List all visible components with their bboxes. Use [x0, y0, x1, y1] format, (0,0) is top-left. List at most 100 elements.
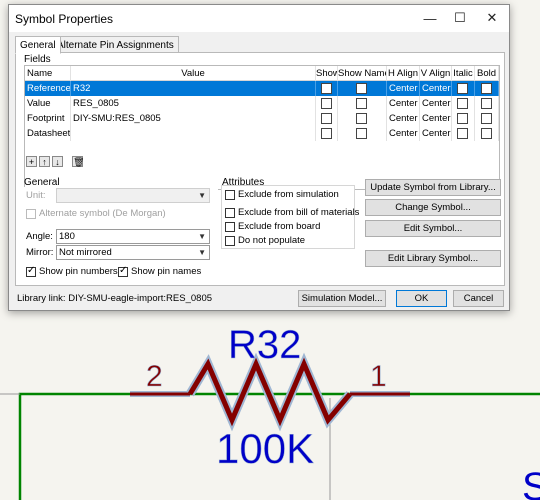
- fields-group-label: Fields: [24, 54, 51, 65]
- move-down-button[interactable]: ↓: [52, 156, 63, 167]
- col-show[interactable]: Show: [316, 66, 338, 81]
- title-bar[interactable]: Symbol Properties — ☐ ✕: [9, 5, 509, 32]
- show-checkbox[interactable]: [321, 83, 332, 94]
- tab-general-panel: Fields Name Value Show Show Name H Align…: [15, 52, 505, 286]
- col-h-align[interactable]: H Align: [387, 66, 420, 81]
- fields-grid[interactable]: Name Value Show Show Name H Align V Alig…: [24, 65, 500, 190]
- do-not-populate-label: Do not populate: [238, 235, 306, 246]
- field-value[interactable]: DIY-SMU:RES_0805: [71, 111, 316, 126]
- col-value[interactable]: Value: [71, 66, 316, 81]
- alternate-symbol-checkbox[interactable]: [26, 209, 36, 219]
- field-value[interactable]: RES_0805: [71, 96, 316, 111]
- show-name-checkbox[interactable]: [356, 113, 367, 124]
- bold-cell: [475, 126, 499, 141]
- show-name-checkbox[interactable]: [356, 128, 367, 139]
- resistor-body[interactable]: [187, 357, 352, 427]
- exclude-bom-checkbox[interactable]: [225, 208, 235, 218]
- h-align-cell[interactable]: Center: [387, 126, 420, 141]
- italic-checkbox[interactable]: [457, 113, 468, 124]
- h-align-cell[interactable]: Center: [387, 111, 420, 126]
- simulation-model-button[interactable]: Simulation Model...: [298, 290, 386, 307]
- field-value[interactable]: R32: [71, 81, 316, 96]
- italic-checkbox[interactable]: [457, 83, 468, 94]
- mirror-label: Mirror:: [26, 247, 54, 258]
- fields-grid-header: Name Value Show Show Name H Align V Alig…: [25, 66, 499, 81]
- show-pin-names-checkbox[interactable]: [118, 265, 128, 277]
- table-row[interactable]: Footprint DIY-SMU:RES_0805 Center Center: [25, 111, 499, 126]
- show-pin-numbers-checkbox[interactable]: [26, 265, 36, 277]
- maximize-icon[interactable]: ☐: [445, 7, 475, 29]
- bold-checkbox[interactable]: [481, 128, 492, 139]
- change-symbol-button[interactable]: Change Symbol...: [365, 199, 501, 216]
- update-symbol-button[interactable]: Update Symbol from Library...: [365, 179, 501, 196]
- chevron-down-icon: ▼: [198, 248, 206, 257]
- col-v-align[interactable]: V Align: [420, 66, 452, 81]
- v-align-cell[interactable]: Center: [420, 81, 452, 96]
- cancel-button[interactable]: Cancel: [453, 290, 504, 307]
- chevron-down-icon: ▼: [198, 191, 206, 200]
- angle-value: 180: [59, 231, 75, 242]
- table-row[interactable]: Value RES_0805 Center Center: [25, 96, 499, 111]
- field-name[interactable]: Footprint: [25, 111, 71, 126]
- col-show-name[interactable]: Show Name: [338, 66, 387, 81]
- ok-button[interactable]: OK: [396, 290, 447, 307]
- col-italic[interactable]: Italic: [452, 66, 475, 81]
- italic-cell: [452, 96, 475, 111]
- mirror-value: Not mirrored: [59, 247, 112, 258]
- field-value[interactable]: [71, 126, 316, 141]
- edit-library-symbol-button[interactable]: Edit Library Symbol...: [365, 250, 501, 267]
- unit-select[interactable]: ▼: [56, 188, 210, 203]
- alternate-symbol-label: Alternate symbol (De Morgan): [39, 208, 166, 219]
- mirror-select[interactable]: Not mirrored ▼: [56, 245, 210, 260]
- bold-cell: [475, 81, 499, 96]
- italic-cell: [452, 111, 475, 126]
- show-name-checkbox[interactable]: [356, 83, 367, 94]
- show-cell: [316, 96, 338, 111]
- angle-label: Angle:: [26, 231, 53, 242]
- show-checkbox[interactable]: [321, 113, 332, 124]
- bold-cell: [475, 96, 499, 111]
- exclude-board-checkbox[interactable]: [225, 222, 235, 232]
- v-align-cell[interactable]: Center: [420, 126, 452, 141]
- angle-select[interactable]: 180 ▼: [56, 229, 210, 244]
- exclude-board-label: Exclude from board: [238, 221, 321, 232]
- show-name-cell: [338, 96, 387, 111]
- show-checkbox[interactable]: [321, 98, 332, 109]
- italic-checkbox[interactable]: [457, 128, 468, 139]
- field-name[interactable]: Reference: [25, 81, 71, 96]
- show-name-checkbox[interactable]: [356, 98, 367, 109]
- field-name[interactable]: Value: [25, 96, 71, 111]
- show-checkbox[interactable]: [321, 128, 332, 139]
- close-icon[interactable]: ✕: [477, 7, 507, 29]
- table-row[interactable]: Datasheet Center Center: [25, 126, 499, 141]
- unit-label: Unit:: [26, 190, 46, 201]
- v-align-cell[interactable]: Center: [420, 96, 452, 111]
- resistor-value[interactable]: 100K: [216, 425, 315, 473]
- delete-field-button[interactable]: 🗑: [72, 156, 84, 167]
- col-name[interactable]: Name: [25, 66, 71, 81]
- h-align-cell[interactable]: Center: [387, 81, 420, 96]
- move-up-button[interactable]: ↑: [39, 156, 50, 167]
- bold-checkbox[interactable]: [481, 83, 492, 94]
- tab-general[interactable]: General: [15, 36, 61, 54]
- exclude-simulation-checkbox[interactable]: [225, 190, 235, 200]
- exclude-simulation-label: Exclude from simulation: [238, 189, 339, 200]
- italic-checkbox[interactable]: [457, 98, 468, 109]
- bold-checkbox[interactable]: [481, 98, 492, 109]
- add-field-button[interactable]: +: [26, 156, 37, 167]
- resistor-reference[interactable]: R32: [228, 323, 302, 368]
- bold-cell: [475, 111, 499, 126]
- bold-checkbox[interactable]: [481, 113, 492, 124]
- field-name[interactable]: Datasheet: [25, 126, 71, 141]
- edit-symbol-button[interactable]: Edit Symbol...: [365, 220, 501, 237]
- do-not-populate-checkbox[interactable]: [225, 236, 235, 246]
- tab-alternate-pin-assignments[interactable]: Alternate Pin Assignments: [52, 36, 179, 53]
- minimize-icon[interactable]: —: [415, 7, 445, 29]
- h-align-cell[interactable]: Center: [387, 96, 420, 111]
- v-align-cell[interactable]: Center: [420, 111, 452, 126]
- partial-text-right: S: [522, 465, 540, 500]
- col-bold[interactable]: Bold: [475, 66, 499, 81]
- chevron-down-icon: ▼: [198, 232, 206, 241]
- show-name-cell: [338, 81, 387, 96]
- table-row[interactable]: Reference R32 Center Center: [25, 81, 499, 96]
